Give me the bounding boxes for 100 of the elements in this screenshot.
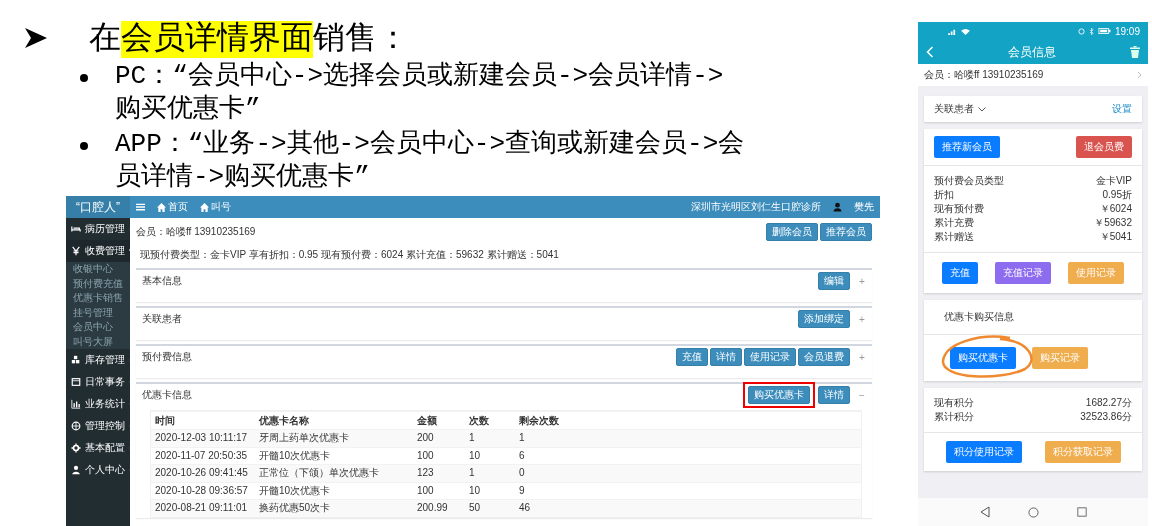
panel-toggle[interactable]: − xyxy=(856,389,868,401)
battery-icon xyxy=(1097,28,1111,34)
action-button[interactable]: 使用记录 xyxy=(744,348,796,366)
action-button[interactable]: 退会员费 xyxy=(1076,136,1132,158)
info-label: 折扣 xyxy=(934,188,954,202)
action-button[interactable]: 积分使用记录 xyxy=(945,441,1022,463)
calendar-icon xyxy=(71,377,81,387)
action-button[interactable]: 充值 xyxy=(942,262,979,284)
submenu-item[interactable]: 收银中心 xyxy=(66,262,130,277)
table-cell: 50 xyxy=(465,499,515,517)
home-circle-icon xyxy=(1027,506,1039,518)
status-time: 19:09 xyxy=(1114,25,1140,37)
table-cell: 200.99 xyxy=(413,499,465,517)
action-button[interactable]: 购买优惠卡 xyxy=(950,347,1016,369)
member-info: 会员：哈喽ff 13910235169 xyxy=(924,68,1044,82)
table-cell: 46 xyxy=(515,499,861,517)
info-value: 1682.27分 xyxy=(1085,396,1132,410)
user-name: 樊先 xyxy=(854,200,874,214)
panel-toggle[interactable]: + xyxy=(856,275,868,287)
app-logo: “口腔人” xyxy=(66,196,130,218)
bullet-icon xyxy=(80,142,88,150)
chevron-down-icon xyxy=(978,106,986,112)
nav-link[interactable]: 首页 xyxy=(157,200,188,214)
sidebar-item[interactable]: 日常事务 xyxy=(66,371,130,393)
menu-icon xyxy=(136,203,145,211)
info-label: 累计充费 xyxy=(934,216,974,230)
bed-icon xyxy=(71,224,81,234)
table-cell: 2020-12-03 10:11:17 xyxy=(151,429,255,447)
bullet-text: PC：“会员中心->选择会员或新建会员->会员详情-> 购买优惠卡” xyxy=(115,60,724,126)
table-cell: 1 xyxy=(465,429,515,447)
table-cell: 牙周上药单次优惠卡 xyxy=(255,429,413,447)
table-cell: 换药优惠50次卡 xyxy=(255,499,413,517)
submenu-item[interactable]: 叫号大屏 xyxy=(66,334,130,349)
submenu-item[interactable]: 会员中心 xyxy=(66,320,130,335)
sidebar-item[interactable]: 病历管理 xyxy=(66,218,130,240)
member-info: 会员：哈喽ff 13910235169 xyxy=(136,225,256,239)
back-triangle-icon xyxy=(979,506,990,518)
info-label: 累计积分 xyxy=(934,410,974,424)
info-value: ￥6024 xyxy=(1099,202,1132,216)
arrow-bullet-icon xyxy=(25,28,47,48)
info-value: 金卡VIP xyxy=(1095,174,1132,188)
table-cell: 1 xyxy=(515,429,861,447)
panel-title: 预付费信息 xyxy=(142,350,193,364)
wifi-icon xyxy=(961,27,970,35)
table-cell: 1 xyxy=(465,464,515,482)
bullet-icon xyxy=(80,74,88,82)
panel-toggle[interactable]: + xyxy=(856,313,868,325)
nav-link[interactable]: 叫号 xyxy=(200,200,231,214)
action-button[interactable]: 推荐新会员 xyxy=(934,136,1000,158)
sidebar-item[interactable]: 个人中心 xyxy=(66,459,130,481)
sidebar-item[interactable]: 库存管理 xyxy=(66,349,130,371)
yen-icon xyxy=(71,246,81,256)
info-value: 0.95折 xyxy=(1102,188,1132,202)
submenu-item[interactable]: 优惠卡销售 xyxy=(66,291,130,306)
home-icon xyxy=(157,202,166,212)
panel-toggle[interactable]: + xyxy=(856,351,868,363)
cubes-icon xyxy=(71,355,81,365)
sidebar-item[interactable]: 基本配置 xyxy=(66,437,130,459)
table-cell: 123 xyxy=(413,464,465,482)
action-button[interactable]: 推荐会员 xyxy=(820,223,872,241)
gear-icon xyxy=(71,443,81,453)
action-button[interactable]: 会员退费 xyxy=(798,348,850,366)
bar-chart-icon xyxy=(71,399,81,409)
sidebar-item[interactable]: 管理控制 xyxy=(66,415,130,437)
action-button[interactable]: 充值记录 xyxy=(995,262,1051,284)
table-cell: 0 xyxy=(515,464,861,482)
bluetooth-icon xyxy=(1088,27,1094,35)
info-label: 现有积分 xyxy=(934,396,974,410)
info-label: 预付费会员类型 xyxy=(934,174,1004,188)
table-cell: 2020-10-26 09:41:45 xyxy=(151,464,255,482)
action-button[interactable]: 删除会员 xyxy=(766,223,818,241)
action-button[interactable]: 编辑 xyxy=(818,272,850,290)
globe-icon xyxy=(71,421,81,431)
info-value: 32523.86分 xyxy=(1080,410,1132,424)
alarm-icon xyxy=(1077,27,1085,35)
prepay-summary: 现预付费类型：金卡VIP 享有折扣：0.95 现有预付费：6024 累计充值：59632 累计赠送：5041 xyxy=(139,248,560,262)
settings-link[interactable]: 设置 xyxy=(1112,102,1132,116)
action-button[interactable]: 详情 xyxy=(818,386,850,404)
info-label: 累计赠送 xyxy=(934,230,974,244)
user-icon xyxy=(833,202,842,212)
submenu-item[interactable]: 挂号管理 xyxy=(66,305,130,320)
table-cell: 200 xyxy=(413,429,465,447)
page-title: 会员信息 xyxy=(1007,43,1057,61)
recent-apps-icon xyxy=(1076,507,1087,517)
panel-title: 关联患者 xyxy=(142,312,183,326)
submenu-item[interactable]: 预付费充值 xyxy=(66,276,130,291)
action-button[interactable]: 购买优惠卡 xyxy=(748,386,810,404)
trash-icon xyxy=(1130,46,1140,58)
section-label: 关联患者 xyxy=(934,102,974,116)
bullet-text: APP：“业务->其他->会员中心->查询或新建会员->会 员详情->购买优惠卡” xyxy=(115,128,745,194)
panel-title: 基本信息 xyxy=(142,274,183,288)
sidebar-item[interactable]: 业务统计 xyxy=(66,393,130,415)
person-icon xyxy=(71,465,81,475)
home-icon xyxy=(200,202,209,212)
action-button[interactable]: 详情 xyxy=(710,348,742,366)
info-value: ￥5041 xyxy=(1099,230,1132,244)
action-button[interactable]: 添加绑定 xyxy=(798,310,850,328)
action-button[interactable]: 充值 xyxy=(676,348,708,366)
back-icon xyxy=(926,46,934,58)
table-cell: 2020-08-21 09:11:01 xyxy=(151,499,255,517)
